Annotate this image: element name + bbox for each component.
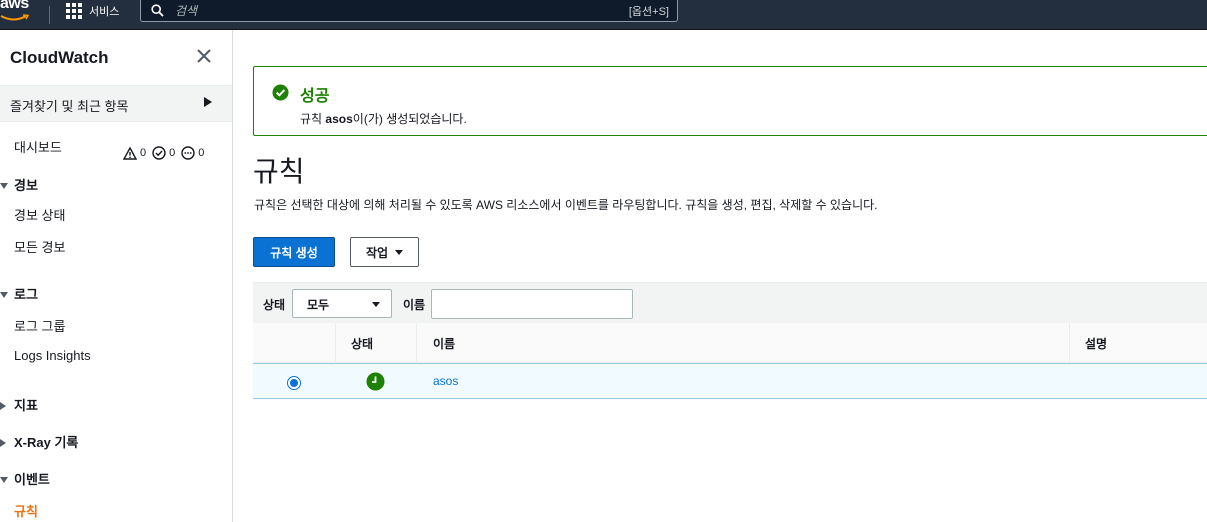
alarm-in-alarm-count: 0	[140, 147, 147, 159]
alarm-insufficient-count: 0	[198, 147, 205, 159]
favorites-label: 즐겨찾기 및 최근 항목	[10, 99, 129, 114]
sidebar-section-events[interactable]: 이벤트	[0, 469, 50, 488]
caret-down-icon	[395, 249, 404, 255]
caret-down-icon	[0, 183, 8, 189]
flash-rule-name: asos	[325, 112, 353, 126]
state-filter-select[interactable]: 모두	[292, 289, 392, 318]
services-label: 서비스	[89, 6, 120, 18]
search-icon	[151, 4, 164, 17]
sidebar-section-xray[interactable]: X-Ray 기록	[0, 432, 78, 451]
name-filter-label: 이름	[403, 298, 426, 312]
aws-smile-icon	[0, 14, 30, 21]
sidebar: CloudWatch 즐겨찾기 및 최근 항목 대시보드 경보 0 0 0 경보…	[0, 30, 233, 522]
column-separator	[1069, 323, 1070, 363]
actions-dropdown-button[interactable]: 작업	[350, 237, 419, 267]
create-rule-button[interactable]: 규칙 생성	[253, 237, 335, 267]
grid-icon	[66, 3, 82, 19]
success-flash-banner: 성공 규칙 asos이(가) 생성되었습니다.	[253, 66, 1207, 136]
column-header-description[interactable]: 설명	[1085, 335, 1107, 352]
flash-title: 성공	[300, 88, 330, 105]
column-separator	[335, 323, 336, 363]
enabled-status-icon	[366, 372, 385, 391]
state-filter-label: 상태	[263, 298, 286, 312]
aws-logo[interactable]: aws	[0, 0, 34, 30]
caret-right-icon	[0, 402, 6, 410]
services-menu-button[interactable]: 서비스	[66, 0, 119, 22]
metrics-section-label: 지표	[14, 398, 38, 413]
check-circle-icon	[152, 146, 166, 160]
search-shortcut-hint: [옵션+S]	[628, 6, 669, 18]
column-header-name[interactable]: 이름	[433, 335, 455, 352]
sidebar-item-alarm-state[interactable]: 경보 상태	[14, 205, 65, 224]
rules-table: 상태 이름 설명 asos	[253, 323, 1207, 399]
actions-button-label: 작업	[365, 245, 389, 260]
caret-right-icon	[0, 439, 6, 447]
events-section-label: 이벤트	[14, 472, 50, 487]
caret-right-icon	[204, 97, 212, 107]
row-select-radio[interactable]	[287, 376, 301, 390]
flash-message-prefix: 규칙	[300, 112, 326, 126]
caret-down-icon	[0, 292, 8, 298]
sidebar-favorites-toggle[interactable]: 즐겨찾기 및 최근 항목	[0, 85, 232, 122]
ellipsis-circle-icon	[181, 146, 195, 160]
alarms-section-label: 경보	[14, 178, 38, 193]
page-title: 규칙	[253, 156, 305, 187]
rule-name-link[interactable]: asos	[433, 374, 458, 388]
warning-triangle-icon	[123, 146, 137, 160]
sidebar-section-alarms[interactable]: 경보	[0, 175, 38, 194]
sidebar-item-all-alarms[interactable]: 모든 경보	[14, 237, 65, 256]
top-navigation-bar: aws 서비스 [옵션+S]	[0, 0, 1207, 30]
column-separator	[416, 323, 417, 363]
sidebar-item-rules[interactable]: 규칙	[14, 501, 38, 520]
name-filter-input[interactable]	[431, 289, 633, 319]
xray-section-label: X-Ray 기록	[14, 435, 79, 450]
alarm-counts: 0 0 0	[120, 146, 204, 160]
alarm-ok-count: 0	[169, 147, 176, 159]
sidebar-item-log-groups[interactable]: 로그 그룹	[14, 316, 65, 335]
table-header: 상태 이름 설명	[253, 323, 1207, 363]
flash-message-suffix: 이(가) 생성되었습니다.	[352, 112, 467, 126]
logs-section-label: 로그	[14, 287, 38, 302]
sidebar-item-dashboards[interactable]: 대시보드	[14, 137, 62, 156]
nav-divider	[49, 6, 50, 24]
caret-down-icon	[0, 477, 8, 483]
search-input[interactable]	[175, 2, 575, 20]
page-description: 규칙은 선택한 대상에 의해 처리될 수 있도록 AWS 리소스에서 이벤트를 …	[254, 198, 878, 212]
table-row[interactable]: asos	[253, 363, 1207, 399]
aws-logo-text: aws	[0, 0, 29, 12]
sidebar-item-logs-insights[interactable]: Logs Insights	[14, 348, 91, 363]
state-filter-value: 모두	[307, 298, 330, 312]
flash-message: 규칙 asos이(가) 생성되었습니다.	[300, 110, 467, 127]
filter-bar: 상태 모두 이름	[253, 282, 1207, 324]
column-header-state[interactable]: 상태	[351, 335, 373, 352]
sidebar-section-metrics[interactable]: 지표	[0, 395, 38, 414]
sidebar-section-logs[interactable]: 로그	[0, 284, 38, 303]
search-bar[interactable]: [옵션+S]	[140, 0, 678, 22]
caret-down-icon	[372, 302, 380, 307]
close-icon[interactable]	[194, 46, 214, 66]
success-check-icon	[272, 84, 289, 101]
sidebar-title: CloudWatch	[10, 48, 109, 67]
